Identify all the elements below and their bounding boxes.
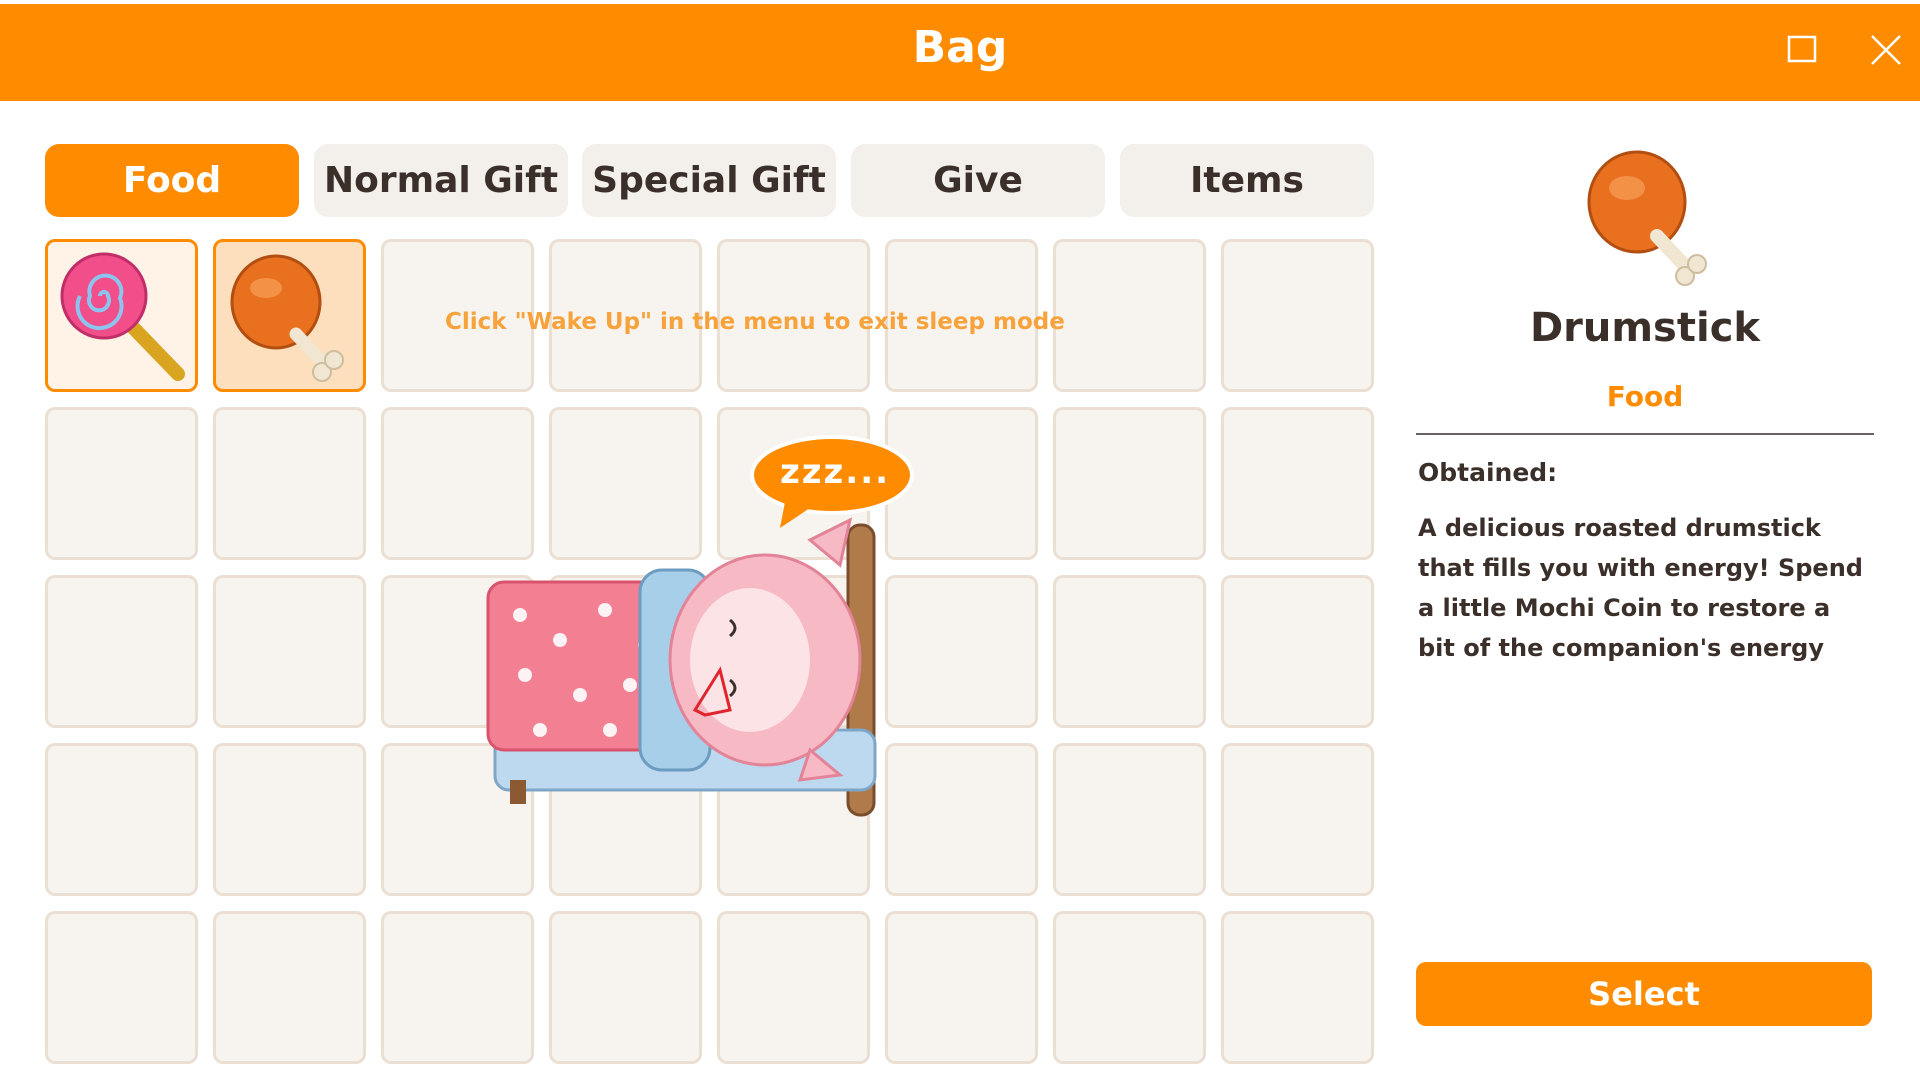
inventory-slot-empty[interactable] bbox=[45, 407, 198, 560]
close-icon bbox=[1871, 35, 1901, 65]
drumstick-icon bbox=[1575, 140, 1725, 290]
inventory-slot-empty[interactable] bbox=[1221, 743, 1374, 896]
select-button[interactable]: Select bbox=[1416, 962, 1872, 1026]
inventory-slot-empty[interactable] bbox=[213, 575, 366, 728]
item-category: Food bbox=[1606, 380, 1684, 413]
inventory-slot-lollipop[interactable] bbox=[45, 239, 198, 392]
inventory-slot-empty[interactable] bbox=[45, 575, 198, 728]
inventory-slot-empty[interactable] bbox=[1053, 239, 1206, 392]
inventory-slot-empty[interactable] bbox=[1221, 575, 1374, 728]
item-name: Drumstick bbox=[1529, 305, 1761, 351]
close-button[interactable] bbox=[1864, 28, 1908, 72]
inventory-slot-empty[interactable] bbox=[1053, 575, 1206, 728]
inventory-slot-empty[interactable] bbox=[45, 743, 198, 896]
inventory-slot-empty[interactable] bbox=[1221, 239, 1374, 392]
sleep-mode-hint: Click "Wake Up" in the menu to exit slee… bbox=[445, 309, 1065, 335]
inventory-slot-empty[interactable] bbox=[549, 911, 702, 1064]
inventory-slot-empty[interactable] bbox=[1053, 407, 1206, 560]
tab-food[interactable]: Food bbox=[45, 144, 299, 217]
inventory-slot-empty[interactable] bbox=[885, 911, 1038, 1064]
inventory-slot-empty[interactable] bbox=[1221, 407, 1374, 560]
divider bbox=[1416, 433, 1874, 435]
inventory-slot-empty[interactable] bbox=[1221, 911, 1374, 1064]
inventory-slot-empty[interactable] bbox=[213, 407, 366, 560]
inventory-slot-empty[interactable] bbox=[213, 743, 366, 896]
inventory-slot-empty[interactable] bbox=[1053, 743, 1206, 896]
tab-items[interactable]: Items bbox=[1120, 144, 1374, 217]
inventory-slot-empty[interactable] bbox=[213, 911, 366, 1064]
inventory-slot-drumstick[interactable] bbox=[213, 239, 366, 392]
inventory-slot-empty[interactable] bbox=[1053, 911, 1206, 1064]
inventory-slot-empty[interactable] bbox=[717, 911, 870, 1064]
tab-give[interactable]: Give bbox=[851, 144, 1105, 217]
tab-normal-gift[interactable]: Normal Gift bbox=[314, 144, 568, 217]
window-title: Bag bbox=[912, 22, 1008, 73]
item-description: A delicious roasted drumstick that fills… bbox=[1418, 514, 1863, 662]
inventory-slot-empty[interactable] bbox=[45, 911, 198, 1064]
maximize-button[interactable] bbox=[1780, 28, 1824, 72]
title-bar: Bag bbox=[0, 4, 1920, 101]
item-detail-panel: Drumstick Food Obtained: A delicious roa… bbox=[1410, 140, 1880, 1040]
maximize-icon bbox=[1787, 35, 1817, 63]
inventory-slot-empty[interactable] bbox=[381, 911, 534, 1064]
obtained-label: Obtained: bbox=[1418, 458, 1558, 487]
tab-special-gift[interactable]: Special Gift bbox=[582, 144, 836, 217]
speech-bubble-text: zzz... bbox=[779, 452, 891, 492]
